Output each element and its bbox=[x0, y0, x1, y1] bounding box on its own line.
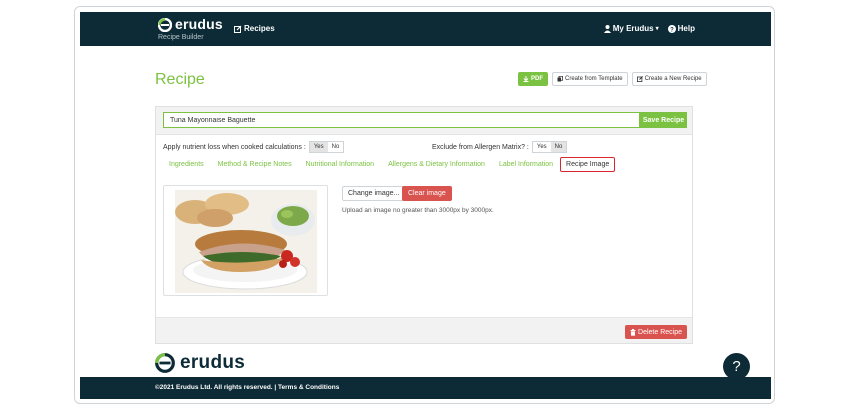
download-icon bbox=[523, 76, 529, 82]
recipe-name-bar: Save Recipe bbox=[156, 107, 692, 135]
recipe-panel-footer: Delete Recipe bbox=[156, 317, 692, 343]
brand-logo[interactable]: erudus Recipe Builder bbox=[158, 16, 228, 43]
tab-method-notes[interactable]: Method & Recipe Notes bbox=[211, 157, 299, 172]
tab-ingredients[interactable]: Ingredients bbox=[162, 157, 211, 172]
nav-recipes-link[interactable]: Recipes bbox=[234, 24, 275, 33]
change-image-button[interactable]: Change image... bbox=[342, 186, 406, 201]
create-from-template-button[interactable]: Create from Template bbox=[552, 72, 628, 86]
tab-allergens-dietary[interactable]: Allergens & Dietary Information bbox=[381, 157, 492, 172]
nav-recipes-label: Recipes bbox=[244, 24, 275, 33]
help-label: Help bbox=[677, 24, 695, 33]
my-erudus-menu[interactable]: My Erudus ▾ bbox=[603, 24, 659, 33]
erudus-logo-icon bbox=[158, 18, 172, 32]
brand-subtitle: Recipe Builder bbox=[158, 34, 204, 41]
recipe-tabs: Ingredients Method & Recipe Notes Nutrit… bbox=[162, 157, 616, 172]
question-circle-icon: ? bbox=[667, 24, 676, 33]
help-chat-button[interactable]: ? bbox=[723, 353, 750, 380]
edit-icon bbox=[234, 25, 242, 33]
allergen-matrix-toggle: Yes No bbox=[531, 141, 568, 153]
footer-bar: ©2021 Erudus Ltd. All rights reserved. |… bbox=[80, 377, 771, 399]
create-new-recipe-button[interactable]: Create a New Recipe bbox=[631, 72, 707, 86]
tab-recipe-image[interactable]: Recipe Image bbox=[560, 157, 616, 172]
nutrient-loss-option: Apply nutrient loss when cooked calculat… bbox=[163, 141, 345, 153]
recipe-panel: Save Recipe Apply nutrient loss when coo… bbox=[155, 106, 693, 344]
help-link[interactable]: ? Help bbox=[667, 24, 695, 33]
erudus-logo-icon bbox=[155, 353, 175, 373]
copy-icon bbox=[557, 76, 563, 82]
nutrient-loss-no[interactable]: No bbox=[327, 142, 344, 152]
clear-image-button[interactable]: Clear image bbox=[402, 186, 452, 201]
delete-recipe-label: Delete Recipe bbox=[638, 328, 682, 336]
footer-copyright[interactable]: ©2021 Erudus Ltd. All rights reserved. |… bbox=[155, 384, 339, 391]
app-frame: erudus Recipe Builder Recipes My Erudus … bbox=[74, 6, 775, 404]
caret-down-icon: ▾ bbox=[655, 26, 659, 32]
nutrient-loss-yes[interactable]: Yes bbox=[309, 142, 328, 152]
pdf-label: PDF bbox=[531, 76, 543, 82]
create-new-recipe-label: Create a New Recipe bbox=[644, 76, 702, 82]
allergen-matrix-label: Exclude from Allergen Matrix? : bbox=[432, 143, 529, 151]
top-navbar: erudus Recipe Builder Recipes My Erudus … bbox=[80, 12, 771, 46]
save-recipe-button[interactable]: Save Recipe bbox=[640, 112, 687, 128]
nav-right: My Erudus ▾ ? Help bbox=[603, 24, 695, 33]
svg-text:?: ? bbox=[670, 27, 674, 33]
recipe-photo bbox=[175, 190, 317, 293]
pdf-button[interactable]: PDF bbox=[518, 72, 548, 86]
upload-hint: Upload an image no greater than 3000px b… bbox=[342, 207, 494, 214]
my-erudus-label: My Erudus bbox=[612, 24, 654, 33]
allergen-matrix-option: Exclude from Allergen Matrix? : Yes No bbox=[432, 141, 568, 153]
recipe-image-preview bbox=[163, 185, 328, 296]
allergen-matrix-yes[interactable]: Yes bbox=[532, 142, 551, 152]
footer-logo: erudus bbox=[155, 352, 245, 374]
recipe-name-input[interactable] bbox=[163, 112, 640, 128]
brand-name: erudus bbox=[175, 16, 223, 32]
footer-brand-name: erudus bbox=[180, 352, 246, 373]
allergen-matrix-no[interactable]: No bbox=[550, 142, 567, 152]
page-actions: PDF Create from Template Create a New Re… bbox=[518, 72, 707, 86]
delete-recipe-button[interactable]: Delete Recipe bbox=[625, 325, 687, 339]
tab-nutritional-information[interactable]: Nutritional Information bbox=[299, 157, 381, 172]
tab-label-information[interactable]: Label Information bbox=[492, 157, 560, 172]
nutrient-loss-toggle: Yes No bbox=[308, 141, 345, 153]
page-title: Recipe bbox=[155, 71, 205, 88]
user-icon bbox=[603, 24, 611, 33]
trash-icon bbox=[630, 328, 636, 336]
nutrient-loss-label: Apply nutrient loss when cooked calculat… bbox=[163, 143, 306, 151]
create-from-template-label: Create from Template bbox=[565, 76, 623, 82]
edit-icon bbox=[636, 76, 643, 82]
